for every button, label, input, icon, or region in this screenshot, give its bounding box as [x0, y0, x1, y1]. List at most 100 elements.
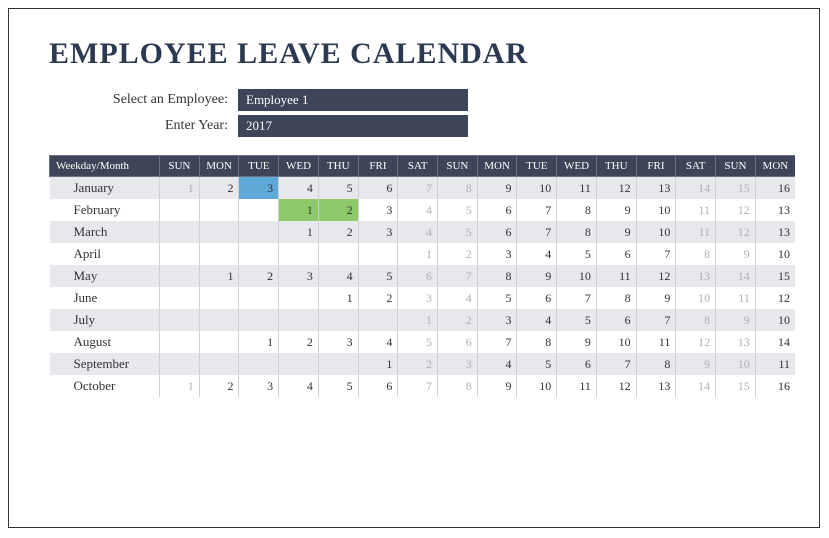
day-cell[interactable]: 5: [398, 331, 438, 353]
day-cell[interactable]: 12: [636, 265, 676, 287]
day-cell[interactable]: 8: [438, 177, 478, 200]
day-cell[interactable]: 14: [755, 331, 795, 353]
day-cell[interactable]: 1: [279, 199, 319, 221]
day-cell[interactable]: 4: [318, 265, 358, 287]
day-cell[interactable]: 15: [755, 265, 795, 287]
day-cell[interactable]: [160, 353, 200, 375]
day-cell[interactable]: 4: [398, 221, 438, 243]
day-cell[interactable]: 3: [477, 309, 517, 331]
day-cell[interactable]: 10: [517, 177, 557, 200]
day-cell[interactable]: [239, 309, 279, 331]
day-cell[interactable]: 8: [477, 265, 517, 287]
day-cell[interactable]: 3: [318, 331, 358, 353]
day-cell[interactable]: 5: [318, 375, 358, 397]
day-cell[interactable]: [160, 309, 200, 331]
day-cell[interactable]: 14: [676, 375, 716, 397]
day-cell[interactable]: [160, 199, 200, 221]
day-cell[interactable]: 9: [636, 287, 676, 309]
day-cell[interactable]: 1: [279, 221, 319, 243]
day-cell[interactable]: 10: [676, 287, 716, 309]
day-cell[interactable]: 12: [755, 287, 795, 309]
day-cell[interactable]: [199, 243, 239, 265]
day-cell[interactable]: 3: [358, 199, 398, 221]
day-cell[interactable]: 11: [636, 331, 676, 353]
day-cell[interactable]: 2: [398, 353, 438, 375]
day-cell[interactable]: 1: [398, 309, 438, 331]
day-cell[interactable]: 2: [279, 331, 319, 353]
day-cell[interactable]: [318, 309, 358, 331]
day-cell[interactable]: 10: [636, 221, 676, 243]
day-cell[interactable]: [160, 243, 200, 265]
day-cell[interactable]: 2: [438, 243, 478, 265]
day-cell[interactable]: 13: [636, 177, 676, 200]
day-cell[interactable]: 4: [517, 243, 557, 265]
day-cell[interactable]: 9: [676, 353, 716, 375]
day-cell[interactable]: 4: [438, 287, 478, 309]
day-cell[interactable]: 10: [755, 309, 795, 331]
day-cell[interactable]: [199, 331, 239, 353]
day-cell[interactable]: 9: [477, 177, 517, 200]
day-cell[interactable]: 12: [716, 199, 756, 221]
day-cell[interactable]: 4: [517, 309, 557, 331]
day-cell[interactable]: 6: [517, 287, 557, 309]
day-cell[interactable]: 10: [755, 243, 795, 265]
day-cell[interactable]: 12: [716, 221, 756, 243]
employee-select[interactable]: Employee 1: [238, 89, 468, 111]
day-cell[interactable]: 6: [596, 243, 636, 265]
day-cell[interactable]: 11: [755, 353, 795, 375]
day-cell[interactable]: 4: [358, 331, 398, 353]
day-cell[interactable]: 6: [438, 331, 478, 353]
day-cell[interactable]: 1: [160, 177, 200, 200]
day-cell[interactable]: 3: [398, 287, 438, 309]
day-cell[interactable]: [239, 353, 279, 375]
day-cell[interactable]: 5: [477, 287, 517, 309]
day-cell[interactable]: 8: [636, 353, 676, 375]
day-cell[interactable]: 14: [676, 177, 716, 200]
day-cell[interactable]: 9: [716, 309, 756, 331]
day-cell[interactable]: 3: [438, 353, 478, 375]
day-cell[interactable]: 1: [199, 265, 239, 287]
day-cell[interactable]: 11: [676, 221, 716, 243]
day-cell[interactable]: 3: [279, 265, 319, 287]
day-cell[interactable]: 8: [438, 375, 478, 397]
day-cell[interactable]: [199, 221, 239, 243]
day-cell[interactable]: 15: [716, 177, 756, 200]
day-cell[interactable]: 9: [557, 331, 597, 353]
day-cell[interactable]: 5: [438, 199, 478, 221]
day-cell[interactable]: 3: [358, 221, 398, 243]
day-cell[interactable]: [279, 353, 319, 375]
day-cell[interactable]: 6: [358, 177, 398, 200]
day-cell[interactable]: 8: [676, 309, 716, 331]
day-cell[interactable]: 11: [676, 199, 716, 221]
day-cell[interactable]: [199, 199, 239, 221]
day-cell[interactable]: [239, 243, 279, 265]
day-cell[interactable]: 1: [318, 287, 358, 309]
day-cell[interactable]: 9: [517, 265, 557, 287]
day-cell[interactable]: 10: [557, 265, 597, 287]
day-cell[interactable]: 4: [477, 353, 517, 375]
day-cell[interactable]: 10: [596, 331, 636, 353]
day-cell[interactable]: 7: [438, 265, 478, 287]
day-cell[interactable]: 5: [557, 243, 597, 265]
day-cell[interactable]: 15: [716, 375, 756, 397]
day-cell[interactable]: [279, 243, 319, 265]
year-input[interactable]: 2017: [238, 115, 468, 137]
day-cell[interactable]: 2: [438, 309, 478, 331]
day-cell[interactable]: 13: [636, 375, 676, 397]
day-cell[interactable]: [160, 331, 200, 353]
day-cell[interactable]: 3: [477, 243, 517, 265]
day-cell[interactable]: 7: [596, 353, 636, 375]
day-cell[interactable]: 9: [596, 221, 636, 243]
day-cell[interactable]: 9: [596, 199, 636, 221]
day-cell[interactable]: 6: [596, 309, 636, 331]
day-cell[interactable]: 10: [517, 375, 557, 397]
day-cell[interactable]: 11: [557, 177, 597, 200]
day-cell[interactable]: 10: [636, 199, 676, 221]
day-cell[interactable]: 13: [755, 199, 795, 221]
day-cell[interactable]: 7: [477, 331, 517, 353]
day-cell[interactable]: 1: [398, 243, 438, 265]
day-cell[interactable]: 2: [358, 287, 398, 309]
day-cell[interactable]: 7: [636, 243, 676, 265]
day-cell[interactable]: [199, 309, 239, 331]
day-cell[interactable]: 8: [596, 287, 636, 309]
